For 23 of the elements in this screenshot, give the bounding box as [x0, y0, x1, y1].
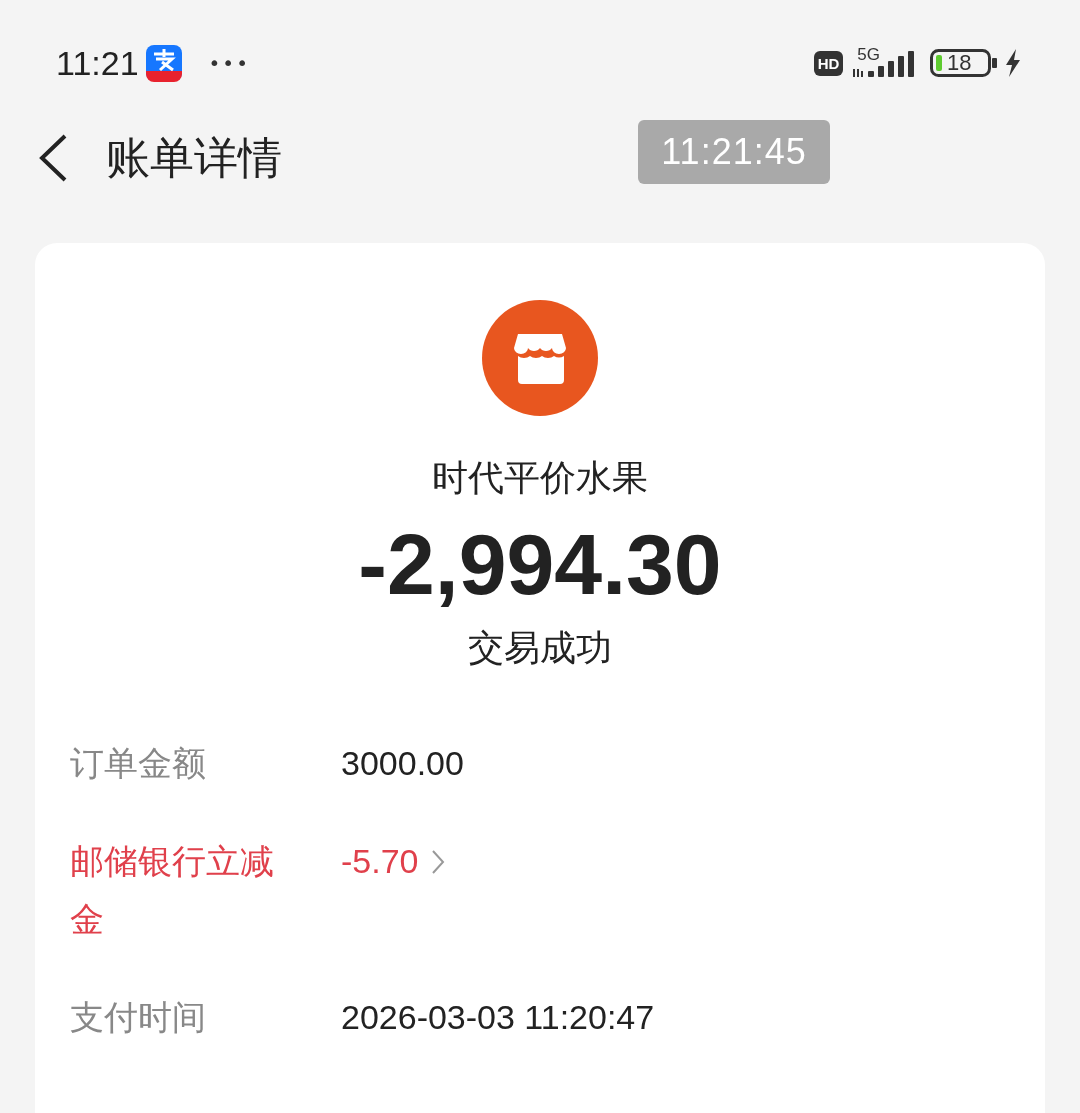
network-type: 5G — [857, 46, 880, 63]
battery-icon — [930, 49, 998, 77]
detail-value: -5.70 — [341, 841, 419, 882]
detail-value: 2026-03-03 11:20:47 — [341, 996, 655, 1038]
timestamp-badge: 11:21:45 — [638, 120, 830, 184]
detail-label: 邮储银行立减金 — [70, 840, 275, 941]
status-time: 11:21 — [56, 43, 139, 83]
charging-icon — [1004, 49, 1022, 77]
back-icon[interactable] — [38, 134, 68, 182]
battery-level: 18 — [947, 52, 972, 74]
detail-value: 3000.00 — [341, 743, 464, 785]
detail-label: 订单金额 — [70, 742, 207, 786]
hd-badge: HD — [813, 50, 844, 76]
amount: -2,994.30 — [358, 515, 722, 614]
app-icon — [144, 44, 183, 82]
page-title: 账单详情 — [106, 130, 282, 185]
signal-icon — [852, 49, 916, 77]
merchant-name: 时代平价水果 — [432, 456, 648, 500]
more-icon: ••• — [208, 51, 250, 75]
detail-label: 支付时间 — [70, 995, 207, 1039]
chevron-icon[interactable] — [430, 848, 445, 875]
transaction-status: 交易成功 — [468, 626, 612, 671]
store-icon — [482, 300, 598, 416]
